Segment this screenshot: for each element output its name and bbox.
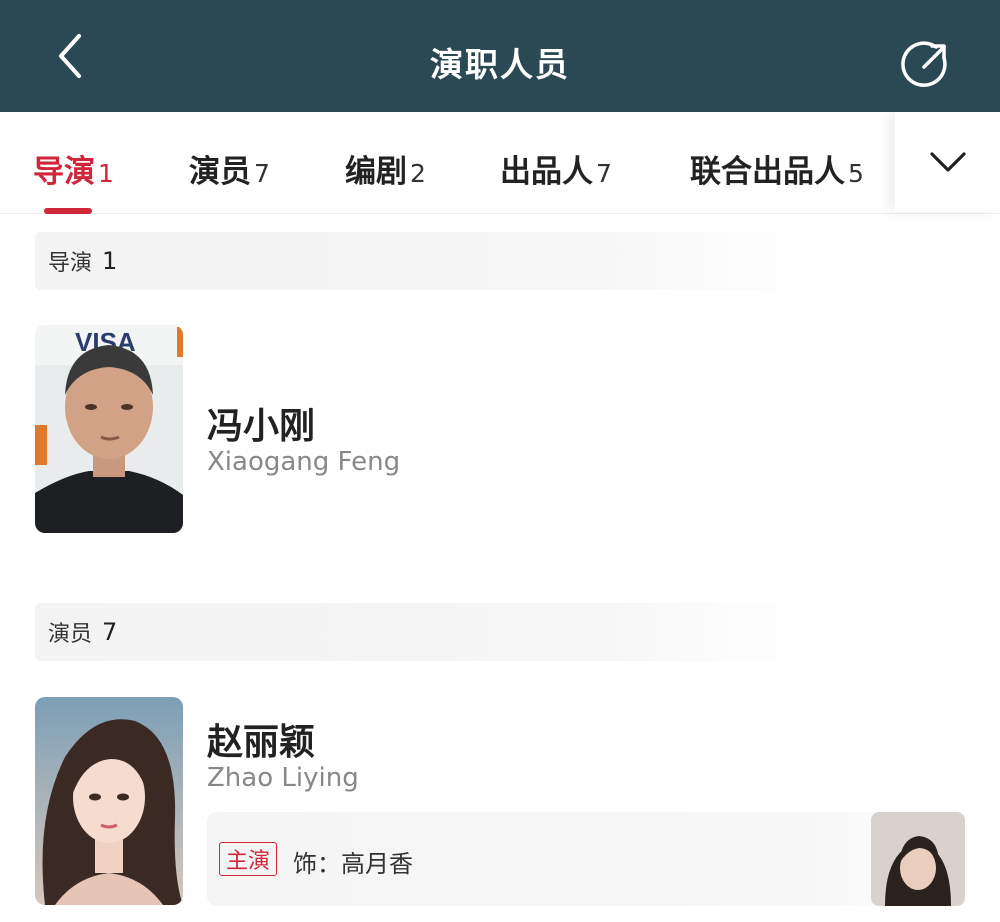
person-photo: VISA bbox=[35, 325, 183, 533]
tab-actors[interactable]: 演员 7 bbox=[189, 146, 270, 196]
share-button[interactable] bbox=[896, 34, 956, 94]
tab-count: 5 bbox=[848, 159, 864, 188]
top-nav-bar: 演职人员 bbox=[0, 0, 1000, 112]
tab-count: 2 bbox=[410, 159, 426, 188]
tab-count: 1 bbox=[98, 159, 114, 188]
person-row-director[interactable]: VISA 冯小刚 Xiaogang Feng bbox=[0, 325, 1000, 535]
tab-count: 7 bbox=[596, 159, 612, 188]
tab-writers[interactable]: 编剧 2 bbox=[345, 146, 426, 196]
character-still bbox=[871, 812, 965, 906]
tab-director[interactable]: 导演 1 bbox=[33, 146, 114, 196]
person-name: 赵丽颖 bbox=[207, 722, 316, 763]
tab-co-producers[interactable]: 联合出品人 5 bbox=[690, 146, 864, 196]
person-photo bbox=[35, 697, 183, 905]
chevron-down-icon bbox=[929, 152, 966, 172]
role-card[interactable]: 主演 饰：高月香 bbox=[207, 812, 965, 906]
active-tab-indicator bbox=[44, 208, 92, 214]
expand-tabs-button[interactable] bbox=[895, 112, 1000, 212]
page-title: 演职人员 bbox=[430, 45, 570, 84]
tab-label: 联合出品人 bbox=[690, 154, 845, 190]
category-tab-bar: 导演 1 演员 7 编剧 2 出品人 7 联合出品人 5 bbox=[0, 112, 1000, 214]
section-count: 7 bbox=[102, 618, 118, 646]
role-character: 饰：高月香 bbox=[293, 850, 413, 878]
section-header-actors: 演员 7 bbox=[35, 603, 820, 661]
person-name: 冯小刚 bbox=[207, 406, 316, 447]
person-english-name: Xiaogang Feng bbox=[207, 447, 401, 477]
tab-label: 编剧 bbox=[345, 154, 407, 190]
role-badge: 主演 bbox=[219, 842, 278, 876]
section-header-director: 导演 1 bbox=[35, 232, 820, 290]
section-count: 1 bbox=[102, 247, 118, 275]
section-title: 演员 bbox=[48, 622, 93, 647]
tab-count: 7 bbox=[254, 159, 270, 188]
tab-producers[interactable]: 出品人 7 bbox=[500, 146, 612, 196]
tab-label: 演员 bbox=[189, 154, 251, 190]
tab-label: 导演 bbox=[33, 154, 95, 190]
person-english-name: Zhao Liying bbox=[207, 763, 359, 793]
share-icon bbox=[901, 41, 947, 87]
tab-label: 出品人 bbox=[500, 154, 593, 190]
section-title: 导演 bbox=[48, 251, 93, 276]
